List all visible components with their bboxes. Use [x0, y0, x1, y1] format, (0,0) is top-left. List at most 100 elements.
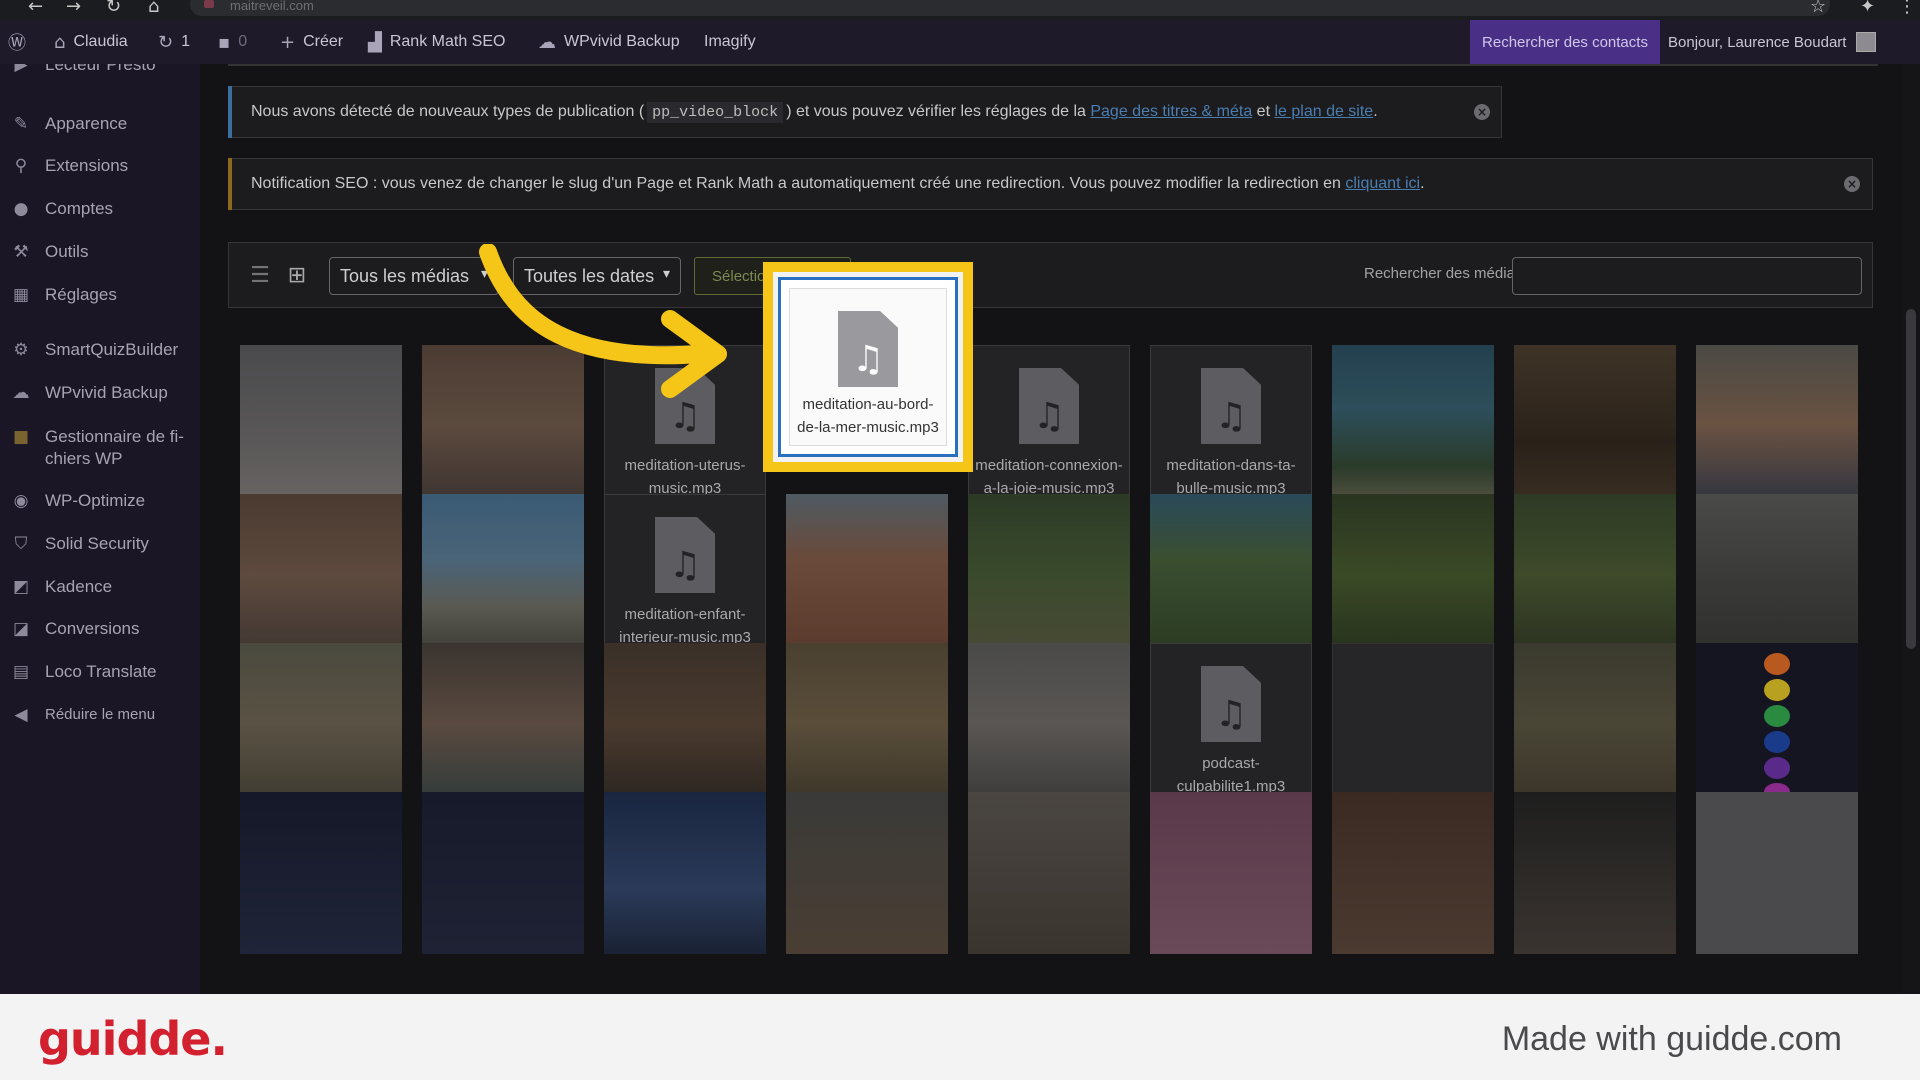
greeting-text: Bonjour, Laurence Boudart: [1668, 33, 1847, 51]
sidebar-item-wpvivid-backup[interactable]: ☁ WPvivid Backup: [0, 382, 200, 404]
media-tile-image[interactable]: [786, 792, 948, 954]
media-tile-image[interactable]: [1514, 494, 1676, 656]
notice-bar: [228, 86, 232, 138]
browser-menu-icon[interactable]: ⋮: [1898, 0, 1916, 17]
comment-icon: ▪: [218, 31, 231, 53]
new-label: Créer: [303, 33, 344, 50]
updates-link[interactable]: ↻ 1: [158, 20, 190, 64]
wordpress-logo-button[interactable]: Ⓦ: [8, 20, 26, 64]
sidebar-item-reglages[interactable]: ▦ Réglages: [0, 284, 200, 306]
wpvivid-link[interactable]: ☁ WPvivid Backup: [538, 20, 680, 64]
sidebar-item-conversions[interactable]: ◪ Conversions: [0, 618, 200, 640]
media-tile-image[interactable]: [1514, 643, 1676, 805]
media-tile-image[interactable]: [968, 792, 1130, 954]
home-icon[interactable]: ⌂: [148, 0, 159, 17]
media-tile-image[interactable]: [240, 345, 402, 507]
back-icon[interactable]: ←: [28, 0, 43, 17]
media-tile-image[interactable]: [1150, 792, 1312, 954]
url-text: maitreveil.com: [230, 0, 314, 13]
bookmark-star-icon[interactable]: ☆: [1810, 0, 1826, 17]
seo-notice: Notification SEO : vous venez de changer…: [228, 158, 1873, 210]
media-tile-image[interactable]: [1696, 643, 1858, 805]
tile-preview: ♫ meditation-au-bord-de-la-mer-music.mp3: [789, 288, 947, 446]
heart-shape: [1764, 705, 1790, 727]
search-input[interactable]: [1512, 257, 1862, 295]
media-tile-image[interactable]: [786, 643, 948, 805]
media-tile-image[interactable]: [240, 643, 402, 805]
sidebar-item-label: SmartQuizBuilder: [45, 340, 179, 359]
media-tile-image[interactable]: [1332, 792, 1494, 954]
address-bar[interactable]: maitreveil.com: [190, 0, 1830, 16]
media-type-filter[interactable]: Tous les médias ▾: [329, 257, 499, 295]
media-tile-image[interactable]: [422, 494, 584, 656]
media-tile-image[interactable]: [1150, 494, 1312, 656]
media-tile-image[interactable]: [240, 792, 402, 954]
media-tile-image[interactable]: [604, 643, 766, 805]
grid-view-icon[interactable]: ⊞: [284, 263, 310, 289]
sitemap-link[interactable]: le plan de site: [1274, 103, 1373, 121]
media-tile-audio[interactable]: ♫ podcast-culpabilite1.mp3: [1150, 643, 1312, 805]
collapse-icon: ◀: [14, 705, 28, 725]
comments-count: 0: [238, 33, 248, 50]
forward-icon[interactable]: →: [66, 0, 81, 17]
media-tile-audio[interactable]: ♫ meditation-uterus-music.mp3: [604, 345, 766, 507]
media-tile-audio[interactable]: ♫ meditation-enfant-interieur-music.mp3: [604, 494, 766, 656]
media-tile-image[interactable]: [968, 643, 1130, 805]
search-contacts-button[interactable]: Rechercher des contacts: [1470, 20, 1660, 64]
sidebar-item-comptes[interactable]: ● Comptes: [0, 198, 200, 220]
imagify-link[interactable]: Imagify: [704, 20, 756, 64]
sidebar-collapse-menu[interactable]: ◀ Réduire le menu: [0, 704, 200, 726]
notice-text: Notification SEO : vous venez de changer…: [251, 175, 1341, 192]
sidebar-item-gestionnaire-fichiers[interactable]: ■ Gestionnaire de fi-chiers WP: [0, 426, 200, 470]
media-tile-image[interactable]: [1696, 792, 1858, 954]
media-tile-image[interactable]: [422, 792, 584, 954]
media-tile-image[interactable]: [604, 792, 766, 954]
click-here-link[interactable]: cliquant ici: [1345, 175, 1420, 193]
media-tile-audio[interactable]: ♫ meditation-connexion-a-la-joie-music.m…: [968, 345, 1130, 507]
media-tile-image[interactable]: [1514, 792, 1676, 954]
rank-math-link[interactable]: ▟ Rank Math SEO: [368, 20, 505, 64]
media-tile-image[interactable]: [422, 345, 584, 507]
sidebar-item-lecteur-presto[interactable]: ▶ Lecteur Presto: [0, 64, 200, 76]
sidebar-item-wp-optimize[interactable]: ◉ WP-Optimize: [0, 490, 200, 512]
media-tile-image[interactable]: [240, 494, 402, 656]
scrollbar[interactable]: [1902, 64, 1920, 994]
sidebar-item-smartquizbuilder[interactable]: ⚙ SmartQuizBuilder: [0, 339, 200, 361]
kadence-icon: ◩: [12, 577, 30, 597]
media-tile-image[interactable]: [1332, 643, 1494, 805]
media-tile-audio[interactable]: ♫ meditation-dans-ta-bulle-music.mp3: [1150, 345, 1312, 507]
media-type-value: Tous les médias: [340, 265, 470, 286]
sidebar-item-kadence[interactable]: ◩ Kadence: [0, 576, 200, 598]
date-filter[interactable]: Toutes les dates ▾: [513, 257, 681, 295]
media-tile-image[interactable]: [1514, 345, 1676, 507]
sidebar-item-extensions[interactable]: ⚲ Extensions: [0, 155, 200, 177]
list-view-icon[interactable]: ☰: [247, 263, 273, 289]
sidebar-item-label: Réduire le menu: [45, 706, 156, 723]
media-tile-image[interactable]: [1696, 494, 1858, 656]
media-tile-image[interactable]: [1696, 345, 1858, 507]
media-tile-image[interactable]: [1332, 494, 1494, 656]
sidebar-item-loco-translate[interactable]: ▤ Loco Translate: [0, 661, 200, 683]
reload-icon[interactable]: ↻: [106, 0, 121, 17]
site-name: Claudia: [73, 33, 128, 50]
media-tile-audio-selected[interactable]: ♫ meditation-au-bord-de-la-mer-music.mp3: [778, 277, 958, 457]
sidebar-item-outils[interactable]: ⚒ Outils: [0, 241, 200, 263]
media-tile-image[interactable]: [422, 643, 584, 805]
new-content-link[interactable]: + Créer: [280, 20, 343, 64]
media-tile-image[interactable]: [1332, 345, 1494, 507]
audio-file-icon: ♫: [1201, 368, 1261, 444]
media-tile-image[interactable]: [786, 494, 948, 656]
media-tile-image[interactable]: [968, 494, 1130, 656]
titles-meta-link[interactable]: Page des titres & méta: [1090, 103, 1252, 121]
my-account-link[interactable]: Bonjour, Laurence Boudart: [1668, 20, 1877, 64]
extensions-icon[interactable]: ✦: [1860, 0, 1875, 17]
close-icon[interactable]: ×: [1844, 176, 1860, 192]
file-name: meditation-au-bord-de-la-mer-music.mp3: [797, 396, 939, 436]
scrollbar-thumb[interactable]: [1906, 309, 1916, 649]
comments-link[interactable]: ▪ 0: [218, 20, 247, 64]
sidebar-item-apparence[interactable]: ✎ Apparence: [0, 113, 200, 135]
sidebar-item-solid-security[interactable]: ⛉ Solid Security: [0, 533, 200, 555]
sidebar-item-label: Conversions: [45, 619, 140, 638]
site-name-link[interactable]: ⌂ Claudia: [54, 20, 128, 64]
close-icon[interactable]: ×: [1474, 104, 1490, 120]
